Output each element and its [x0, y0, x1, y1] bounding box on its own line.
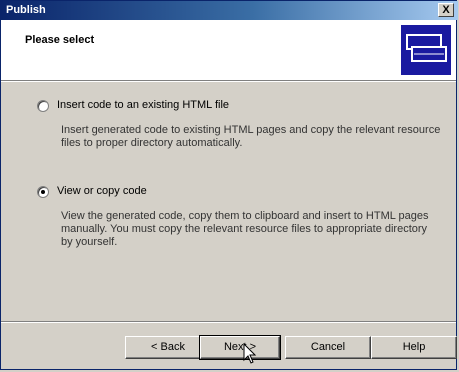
option-description: View the generated code, copy them to cl… — [61, 210, 429, 248]
help-button[interactable]: Help — [371, 336, 457, 359]
back-button[interactable]: < Back — [125, 336, 211, 359]
window-title: Publish — [6, 4, 46, 16]
option-description: Insert generated code to existing HTML p… — [61, 124, 441, 149]
radio-insert-code[interactable] — [37, 100, 49, 112]
next-button[interactable]: Next > — [199, 335, 281, 360]
header-divider — [1, 80, 456, 82]
title-bar[interactable]: Publish X — [1, 1, 458, 20]
publish-window-icon — [401, 25, 451, 75]
footer-divider — [1, 321, 456, 323]
wizard-header: Please select — [1, 20, 456, 80]
publish-dialog: Publish X Please select Insert code to a… — [0, 0, 458, 370]
radio-selected-dot — [41, 190, 45, 194]
option-label[interactable]: Insert code to an existing HTML file — [57, 99, 229, 111]
mouse-cursor-icon — [243, 343, 257, 364]
option-label[interactable]: View or copy code — [57, 185, 147, 197]
page-title: Please select — [25, 34, 95, 46]
close-button[interactable]: X — [438, 3, 454, 17]
cancel-button[interactable]: Cancel — [285, 336, 371, 359]
radio-view-copy-code[interactable] — [37, 186, 49, 198]
